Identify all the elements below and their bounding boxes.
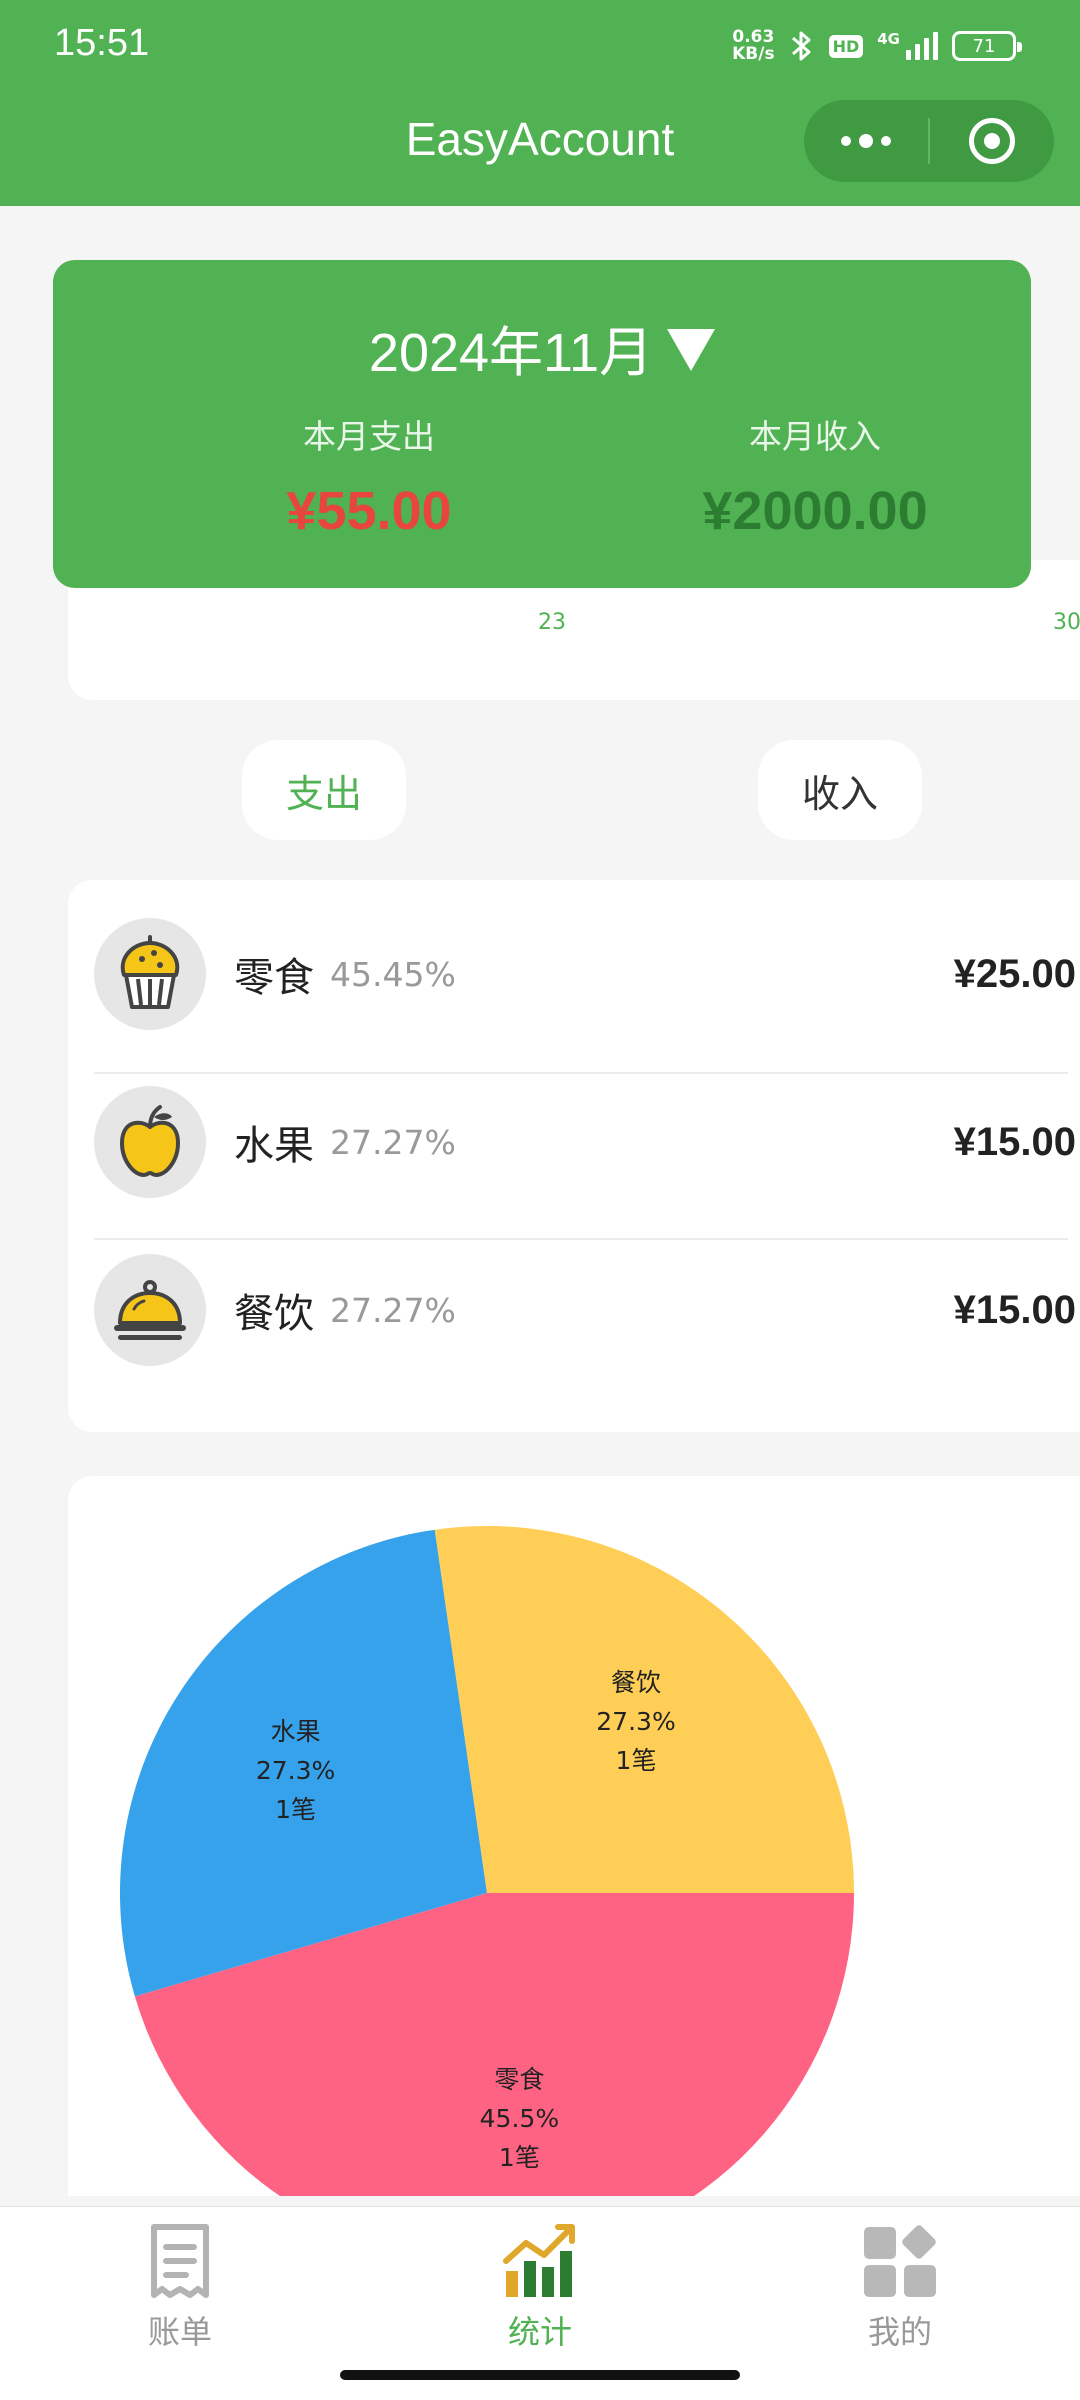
close-mini-program-button[interactable] xyxy=(930,100,1054,182)
pie-chart-card: 零食 45.5% 1笔 水果 27.3% 1笔 餐饮 27.3% 1笔 xyxy=(68,1476,1080,2196)
list-item[interactable]: 餐饮 27.27% ¥15.00 xyxy=(94,1226,1080,1394)
category-name: 水果 xyxy=(234,1123,314,1169)
tab-label: 统计 xyxy=(507,2313,572,2351)
net-speed: 0.63 KB/s xyxy=(732,29,774,63)
category-percent: 27.27% xyxy=(330,1290,456,1330)
status-icons: 0.63 KB/s HD 4G 71 xyxy=(732,26,1022,66)
expense-summary: 本月支出 ¥55.00 xyxy=(219,410,519,542)
income-summary: 本月收入 ¥2000.00 xyxy=(665,410,965,542)
network-type: 4G xyxy=(877,30,900,48)
food-cloche-icon xyxy=(94,1254,206,1366)
signal-bar xyxy=(906,50,911,60)
more-icon xyxy=(841,134,891,148)
category-amount: ¥15.00 xyxy=(953,1287,1076,1332)
income-toggle-button[interactable]: 收入 xyxy=(758,740,922,840)
axis-tick: 23 xyxy=(538,610,566,635)
tab-profile[interactable]: 我的 xyxy=(820,2221,980,2353)
receipt-icon xyxy=(151,2224,209,2298)
signal-bar xyxy=(915,44,920,60)
month-summary-card: 2024年11月 本月支出 ¥55.00 本月收入 ¥2000.00 xyxy=(53,260,1031,588)
month-selector[interactable]: 2024年11月 xyxy=(53,308,1031,387)
category-percent: 45.45% xyxy=(330,954,456,994)
list-item[interactable]: 零食 45.45% ¥25.00 xyxy=(94,890,1080,1058)
more-button[interactable] xyxy=(804,100,928,182)
status-time: 15:51 xyxy=(54,22,150,64)
category-name: 餐饮 xyxy=(234,1291,314,1337)
battery-icon: 71 xyxy=(952,31,1022,61)
income-label: 本月收入 xyxy=(749,417,881,456)
signal-icon: 4G xyxy=(877,32,938,60)
income-value: ¥2000.00 xyxy=(702,481,928,541)
apple-icon xyxy=(94,1086,206,1198)
tab-label: 账单 xyxy=(147,2313,212,2351)
hd-badge: HD xyxy=(828,34,864,58)
category-list: 零食 45.45% ¥25.00 水果 27.27% ¥15.00 餐饮 27.… xyxy=(68,880,1080,1432)
top-bar: 15:51 0.63 KB/s HD 4G 71 EasyAccount xyxy=(0,0,1080,206)
grid-icon xyxy=(864,2225,936,2297)
category-amount: ¥15.00 xyxy=(953,1119,1076,1164)
dropdown-triangle-icon xyxy=(667,328,716,371)
cupcake-icon xyxy=(94,918,206,1030)
tab-label: 我的 xyxy=(867,2313,932,2351)
net-speed-unit: KB/s xyxy=(732,44,775,64)
category-name: 零食 xyxy=(234,955,314,1001)
expense-value: ¥55.00 xyxy=(286,481,452,541)
signal-bar xyxy=(924,38,929,60)
home-indicator xyxy=(340,2370,740,2380)
bluetooth-icon xyxy=(791,31,811,61)
mini-program-capsule xyxy=(804,100,1054,182)
category-percent: 27.27% xyxy=(330,1122,456,1162)
tab-statistics[interactable]: 统计 xyxy=(460,2221,620,2353)
chart-icon xyxy=(503,2224,575,2297)
tab-bills[interactable]: 账单 xyxy=(100,2221,260,2353)
list-item[interactable]: 水果 27.27% ¥15.00 xyxy=(94,1058,1080,1226)
target-icon xyxy=(969,118,1015,164)
pie-chart: 零食 45.5% 1笔水果 27.3% 1笔餐饮 27.3% 1笔 xyxy=(119,1526,854,2196)
month-label: 2024年11月 xyxy=(368,323,654,383)
expense-label: 本月支出 xyxy=(303,417,435,456)
category-amount: ¥25.00 xyxy=(953,951,1076,996)
signal-bar xyxy=(933,32,938,60)
battery-level: 71 xyxy=(972,35,996,57)
axis-tick: 30 xyxy=(1053,610,1080,635)
expense-toggle-button[interactable]: 支出 xyxy=(242,740,406,840)
